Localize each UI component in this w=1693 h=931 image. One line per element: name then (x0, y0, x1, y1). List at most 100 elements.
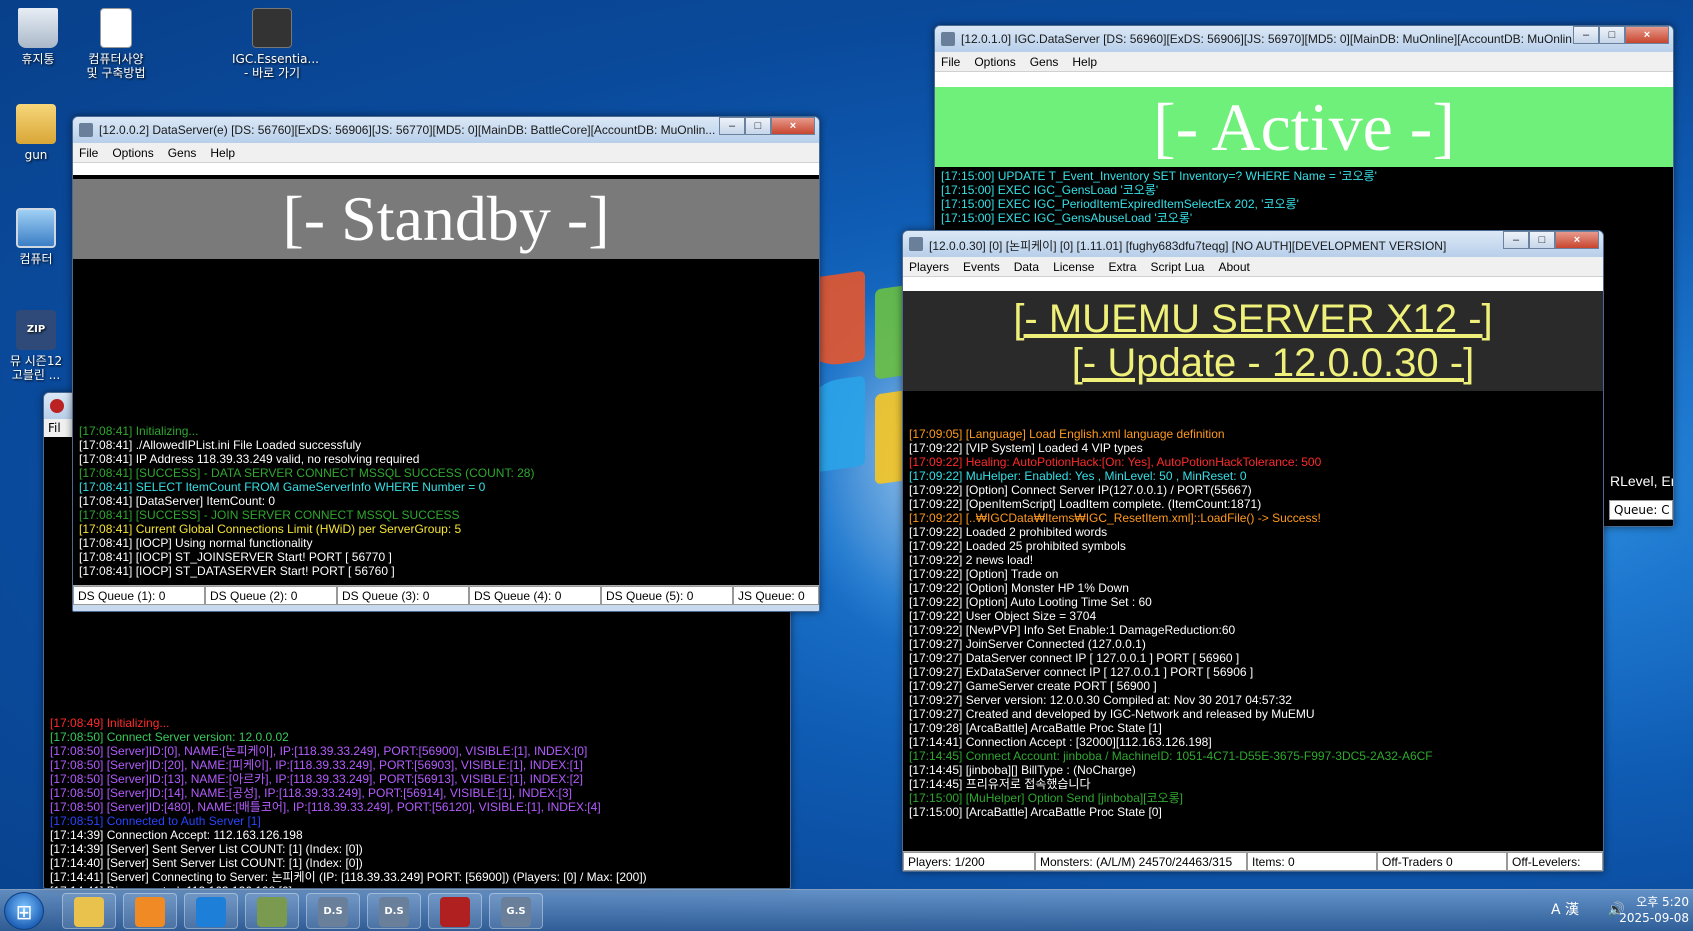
menu-file[interactable]: File (941, 55, 960, 69)
separator (73, 163, 819, 179)
window-controls: – □ × (1503, 231, 1599, 249)
log-line: [17:14:41] Disconnected: 112.163.126.198… (50, 884, 784, 888)
menu-help[interactable]: Help (210, 146, 235, 160)
menu-data[interactable]: Data (1014, 260, 1039, 274)
status-field: DS Queue (5): 0 (601, 586, 733, 605)
desktop-icon-recycle-bin[interactable]: 휴지통 (0, 8, 78, 66)
status-queue: Queue: C (1609, 500, 1673, 520)
close-button[interactable]: × (1555, 231, 1599, 249)
log-line: [17:14:45] [jinboba][] BillType : (NoCha… (909, 763, 1136, 777)
start-button[interactable]: ⊞ (4, 892, 44, 930)
clock-date[interactable]: 2025-09-08 (1619, 910, 1689, 926)
log-line: [17:08:50] [Server]ID:[13], NAME:[아르카], … (50, 772, 583, 786)
close-button[interactable]: × (771, 117, 815, 135)
titlebar[interactable]: [12.0.1.0] IGC.DataServer [DS: 56960][Ex… (935, 26, 1673, 52)
log-console: [17:09:05] [Language] Load English.xml l… (903, 391, 1603, 851)
log-line: [17:14:41] Connection Accept : [32000][1… (909, 735, 1212, 749)
separator (903, 277, 1603, 291)
log-line: [17:09:05] [Language] Load English.xml l… (909, 427, 1225, 441)
status-field: DS Queue (1): 0 (73, 586, 205, 605)
menu-options[interactable]: Options (112, 146, 153, 160)
zip-archive-icon: ZIP (16, 310, 56, 350)
desktop-icon-label: 휴지통 (21, 52, 55, 66)
desktop-icon-user-folder[interactable]: gun (0, 104, 76, 162)
maximize-button[interactable]: □ (1529, 231, 1555, 249)
minimize-button[interactable]: – (719, 117, 745, 135)
menu-license[interactable]: License (1053, 260, 1094, 274)
status-banner: [- Standby -] (73, 179, 819, 259)
menu-about[interactable]: About (1218, 260, 1249, 274)
log-line: [17:09:22] [Option] Monster HP 1% Down (909, 581, 1129, 595)
log-line: [17:09:27] JoinServer Connected (127.0.0… (909, 637, 1146, 651)
status-field: JS Queue: 0 (733, 586, 819, 605)
clock-time[interactable]: 오후 5:20 (1619, 894, 1689, 910)
banner-title: [- MUEMU SERVER X12 -] (1013, 297, 1493, 341)
menu-events[interactable]: Events (963, 260, 1000, 274)
taskbar-app-button[interactable] (123, 893, 177, 929)
log-line: [17:09:22] MuHelper: Enabled: Yes , MinL… (909, 469, 1247, 483)
log-line: [17:08:41] ./AllowedIPList.ini File Load… (79, 438, 362, 452)
maximize-button[interactable]: □ (1599, 26, 1625, 44)
window-game-server[interactable]: [12.0.0.30] [0] [논피케이] [0] [1.11.01] [fu… (902, 230, 1604, 872)
taskbar-app-button[interactable]: D.S (367, 893, 421, 929)
log-line: [17:09:27] Server version: 12.0.0.30 Com… (909, 693, 1292, 707)
log-line: [17:08:50] [Server]ID:[14], NAME:[공성], I… (50, 786, 572, 800)
log-line: [17:08:41] [IOCP] ST_JOINSERVER Start! P… (79, 550, 392, 564)
desktop-icon-zip[interactable]: ZIP 뮤 시즌12 고블린 ... (0, 310, 76, 382)
explorer-folder-icon (74, 897, 104, 927)
minimize-button[interactable]: – (1573, 26, 1599, 44)
menubar: Players Events Data License Extra Script… (903, 257, 1603, 277)
edge-browser-icon (196, 897, 226, 927)
menu-script-lua[interactable]: Script Lua (1150, 260, 1204, 274)
taskbar-app-button[interactable] (184, 893, 238, 929)
log-line: [17:09:22] [..₩IGCData₩Items₩IGC_ResetIt… (909, 511, 1321, 525)
titlebar[interactable]: [12.0.0.2] DataServer(e) [DS: 56760][ExD… (73, 117, 819, 143)
log-line: [17:08:41] [SUCCESS] - JOIN SERVER CONNE… (79, 508, 460, 522)
menu-options[interactable]: Options (974, 55, 1015, 69)
taskbar-app-button[interactable]: D.S (306, 893, 360, 929)
taskbar-app-button[interactable] (428, 893, 482, 929)
menu-gens[interactable]: Gens (168, 146, 197, 160)
status-field: DS Queue (3): 0 (337, 586, 469, 605)
menu-file[interactable]: File (79, 146, 98, 160)
menu-gens[interactable]: Gens (1030, 55, 1059, 69)
maximize-button[interactable]: □ (745, 117, 771, 135)
log-line: [17:15:00] [ArcaBattle] ArcaBattle Proc … (909, 805, 1162, 819)
desktop-icon-label: 뮤 시즌12 고블린 ... (9, 354, 63, 382)
desktop-icon-igc-shortcut[interactable]: IGC.Essentia... - 바로 가기 (232, 8, 319, 80)
input-method-indicator[interactable]: A 漢 (1551, 902, 1579, 918)
log-line: [17:09:22] [OpenItemScript] LoadItem com… (909, 497, 1262, 511)
dataserver-icon: D.S (379, 897, 409, 927)
log-line: [17:14:39] Connection Accept: 112.163.12… (50, 828, 303, 842)
window-title: [12.0.0.2] DataServer(e) [DS: 56760][ExD… (99, 123, 716, 137)
window-dataserver-standby[interactable]: [12.0.0.2] DataServer(e) [DS: 56760][ExD… (72, 116, 820, 612)
status-field: Off-Levelers: (1507, 852, 1603, 871)
taskbar-app-button[interactable]: G.S (489, 893, 543, 929)
minimize-button[interactable]: – (1503, 231, 1529, 249)
taskbar-app-button[interactable] (245, 893, 299, 929)
window-title: [12.0.1.0] IGC.DataServer [DS: 56960][Ex… (961, 32, 1582, 46)
close-button[interactable]: × (1625, 26, 1669, 44)
log-line: [17:14:40] [Server] Sent Server List COU… (50, 856, 363, 870)
desktop-icon-computer[interactable]: 컴퓨터 (0, 208, 76, 266)
log-line: [17:08:41] [SUCCESS] - DATA SERVER CONNE… (79, 466, 535, 480)
volume-icon[interactable]: 🔊 (1608, 902, 1625, 918)
menu-file[interactable]: Fil (48, 421, 61, 435)
log-line: [17:08:41] SELECT ItemCount FROM GameSer… (79, 480, 486, 494)
server-banner: [- MUEMU SERVER X12 -] [- Update - 12.0.… (903, 291, 1603, 391)
menu-extra[interactable]: Extra (1108, 260, 1136, 274)
desktop-icon-document[interactable]: 컴퓨터사양 및 구축방법 (76, 8, 156, 80)
status-field: Monsters: (A/L/M) 24570/24463/315 (1035, 852, 1247, 871)
log-line: [17:15:00] EXEC IGC_PeriodItemExpiredIte… (941, 197, 1299, 211)
titlebar[interactable]: [12.0.0.30] [0] [논피케이] [0] [1.11.01] [fu… (903, 231, 1603, 257)
tools-icon (257, 897, 287, 927)
desktop-icon-label: 컴퓨터 (19, 252, 53, 266)
taskbar-app-button[interactable] (62, 893, 116, 929)
menu-help[interactable]: Help (1072, 55, 1097, 69)
log-line: [17:09:22] Loaded 25 prohibited symbols (909, 539, 1126, 553)
log-line: [17:08:50] [Server]ID:[0], NAME:[논피케이], … (50, 744, 588, 758)
log-line: [17:08:41] [IOCP] ST_DATASERVER Start! P… (79, 564, 395, 578)
gameserver-icon: G.S (501, 897, 531, 927)
log-line: [17:08:51] Connected to Auth Server [1] (50, 814, 261, 828)
menu-players[interactable]: Players (909, 260, 949, 274)
